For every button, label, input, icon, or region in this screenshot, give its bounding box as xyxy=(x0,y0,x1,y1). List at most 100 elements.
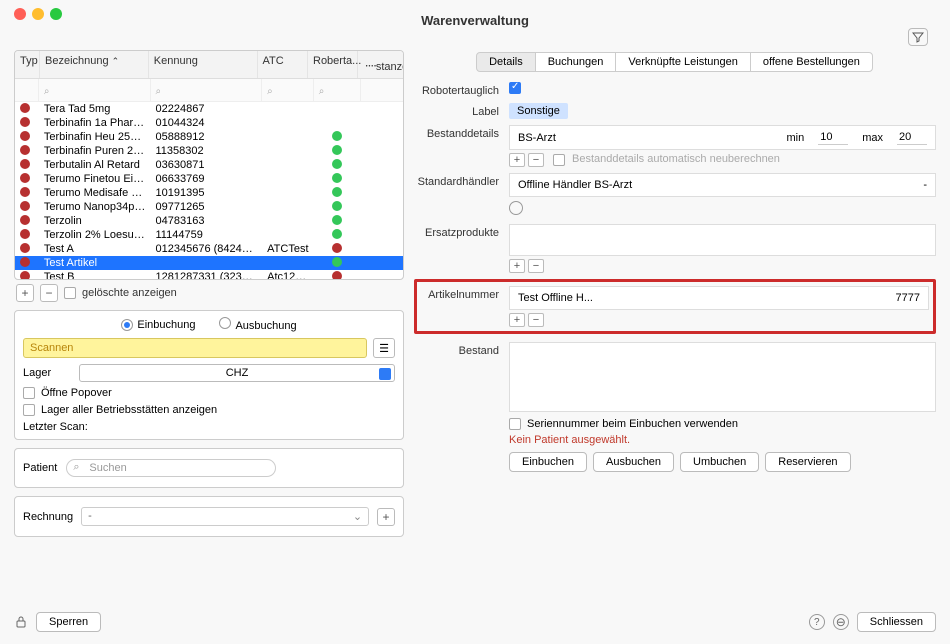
ersatz-label: Ersatzprodukte xyxy=(414,224,509,239)
max-input[interactable] xyxy=(897,130,927,145)
warn-icon xyxy=(332,271,342,280)
cell-bezeichnung: Terbutalin Al Retard xyxy=(39,158,151,172)
warn-icon xyxy=(20,173,30,183)
items-table[interactable]: Typ Bezeichnung ⌃ Kennung ATC Roberta...… xyxy=(14,50,404,280)
schliessen-button[interactable]: Schliessen xyxy=(857,612,936,632)
patient-label: Patient xyxy=(23,462,57,474)
ersatz-list[interactable] xyxy=(509,224,936,256)
cell-atc xyxy=(262,206,314,208)
col-bezeichnung[interactable]: Bezeichnung ⌃ xyxy=(40,51,149,78)
table-row[interactable]: Terumo Finetou Einma...06633769 xyxy=(15,172,403,186)
search-icon[interactable]: ⌕ xyxy=(267,86,273,97)
minus-icon[interactable]: ⊖ xyxy=(833,614,849,630)
patient-search-input[interactable]: Suchen xyxy=(66,459,276,477)
close-window-icon[interactable] xyxy=(14,8,26,20)
all-sites-checkbox[interactable] xyxy=(23,404,35,416)
dealer-dash: - xyxy=(923,179,927,191)
tab-bestellungen[interactable]: offene Bestellungen xyxy=(750,52,873,72)
table-filter-row: ⌕ ⌕ ⌕ ⌕ xyxy=(15,79,403,102)
ersatz-remove-button[interactable]: − xyxy=(528,259,544,273)
rechnung-select[interactable]: -⌄ xyxy=(81,507,369,526)
table-row[interactable]: Terbinafin Puren 250mg11358302 xyxy=(15,144,403,158)
lager-select[interactable]: CHZ xyxy=(79,364,395,382)
warn-icon xyxy=(20,201,30,211)
scan-list-button[interactable]: ☰ xyxy=(373,338,395,358)
reservieren-button[interactable]: Reservieren xyxy=(765,452,850,472)
search-icon[interactable]: ⌕ xyxy=(156,86,162,97)
rechnung-add-button[interactable]: + xyxy=(377,508,395,526)
add-button[interactable]: + xyxy=(16,284,34,302)
cell-atc xyxy=(262,192,314,194)
min-label: min xyxy=(786,132,804,144)
dealer-row[interactable]: Offline Händler BS-Arzt - xyxy=(509,173,936,197)
table-row[interactable]: Terumo Medisafe Fit B...10191395 xyxy=(15,186,403,200)
warn-icon xyxy=(20,145,30,155)
warn-icon xyxy=(20,187,30,197)
minimize-window-icon[interactable] xyxy=(32,8,44,20)
filter-button[interactable] xyxy=(908,28,928,46)
check-icon xyxy=(332,229,342,239)
search-icon[interactable]: ⌕ xyxy=(44,86,50,97)
popover-label: Öffne Popover xyxy=(41,387,112,399)
bestand-remove-button[interactable]: − xyxy=(528,153,544,167)
bestand-add-button[interactable]: + xyxy=(509,153,525,167)
cell-bezeichnung: Test B xyxy=(39,270,151,279)
col-instanze[interactable]: ᠁stanze xyxy=(358,51,403,78)
table-row[interactable]: Test B1281287331 (32323)Atc12312 xyxy=(15,270,403,279)
einbuchen-button[interactable]: Einbuchen xyxy=(509,452,587,472)
cell-atc: ATCTest xyxy=(262,242,314,256)
cell-bezeichnung: Tera Tad 5mg xyxy=(39,102,151,116)
ausbuchung-radio[interactable]: Ausbuchung xyxy=(219,317,296,332)
warn-icon xyxy=(20,271,30,280)
help-icon[interactable]: ? xyxy=(809,614,825,630)
artikel-remove-button[interactable]: − xyxy=(528,313,544,327)
maximize-window-icon[interactable] xyxy=(50,8,62,20)
rechnung-label: Rechnung xyxy=(23,511,73,523)
auto-recalc-checkbox[interactable] xyxy=(553,154,565,166)
col-typ[interactable]: Typ xyxy=(15,51,40,78)
search-icon[interactable]: ⌕ xyxy=(319,86,325,97)
bestanddetails-row[interactable]: BS-Arzt min max xyxy=(509,125,936,150)
roboter-checkbox[interactable]: ✓ xyxy=(509,82,521,94)
popover-checkbox[interactable] xyxy=(23,387,35,399)
table-row[interactable]: Terbutalin Al Retard03630871 xyxy=(15,158,403,172)
cell-bezeichnung: Terzolin xyxy=(39,214,151,228)
lock-icon[interactable] xyxy=(14,615,28,629)
cell-kennung: 05888912 xyxy=(151,130,263,144)
sperren-button[interactable]: Sperren xyxy=(36,612,101,632)
col-roboter[interactable]: Roberta... xyxy=(308,51,358,78)
min-input[interactable] xyxy=(818,130,848,145)
show-deleted-checkbox[interactable] xyxy=(64,287,76,299)
table-row[interactable]: Terbinafin 1a Pharma...01044324 xyxy=(15,116,403,130)
artikelnummer-row[interactable]: Test Offline H... 7777 xyxy=(509,286,929,310)
bestand-label: Bestand xyxy=(414,342,509,357)
dealer-value: Offline Händler BS-Arzt xyxy=(518,179,632,191)
artikelnummer-name: Test Offline H... xyxy=(518,292,593,304)
col-kennung[interactable]: Kennung xyxy=(149,51,258,78)
warn-icon xyxy=(20,215,30,225)
table-row[interactable]: Tera Tad 5mg02224867 xyxy=(15,102,403,116)
tab-leistungen[interactable]: Verknüpfte Leistungen xyxy=(615,52,750,72)
table-row[interactable]: Test Artikel xyxy=(15,256,403,270)
bestand-list[interactable] xyxy=(509,342,936,412)
scan-input[interactable]: Scannen xyxy=(23,338,367,358)
table-row[interactable]: Test A012345676 (842482...ATCTest xyxy=(15,242,403,256)
tab-details[interactable]: Details xyxy=(476,52,536,72)
artikel-add-button[interactable]: + xyxy=(509,313,525,327)
cell-bezeichnung: Terbinafin Puren 250mg xyxy=(39,144,151,158)
table-row[interactable]: Terzolin 2% Loesung11144759 xyxy=(15,228,403,242)
table-row[interactable]: Terzolin04783163 xyxy=(15,214,403,228)
label-tag[interactable]: Sonstige xyxy=(509,103,568,119)
ersatz-add-button[interactable]: + xyxy=(509,259,525,273)
remove-button[interactable]: − xyxy=(40,284,58,302)
table-row[interactable]: Terumo Nanop34p K3...09771265 xyxy=(15,200,403,214)
ausbuchen-button[interactable]: Ausbuchen xyxy=(593,452,674,472)
seriennummer-checkbox[interactable] xyxy=(509,418,521,430)
umbuchen-button[interactable]: Umbuchen xyxy=(680,452,759,472)
table-row[interactable]: Terbinafin Heu 250mg...05888912 xyxy=(15,130,403,144)
rechnung-panel: Rechnung -⌄ + xyxy=(14,496,404,537)
table-header: Typ Bezeichnung ⌃ Kennung ATC Roberta...… xyxy=(15,51,403,79)
tab-buchungen[interactable]: Buchungen xyxy=(535,52,617,72)
einbuchung-radio[interactable]: Einbuchung xyxy=(121,319,195,331)
col-atc[interactable]: ATC xyxy=(258,51,308,78)
